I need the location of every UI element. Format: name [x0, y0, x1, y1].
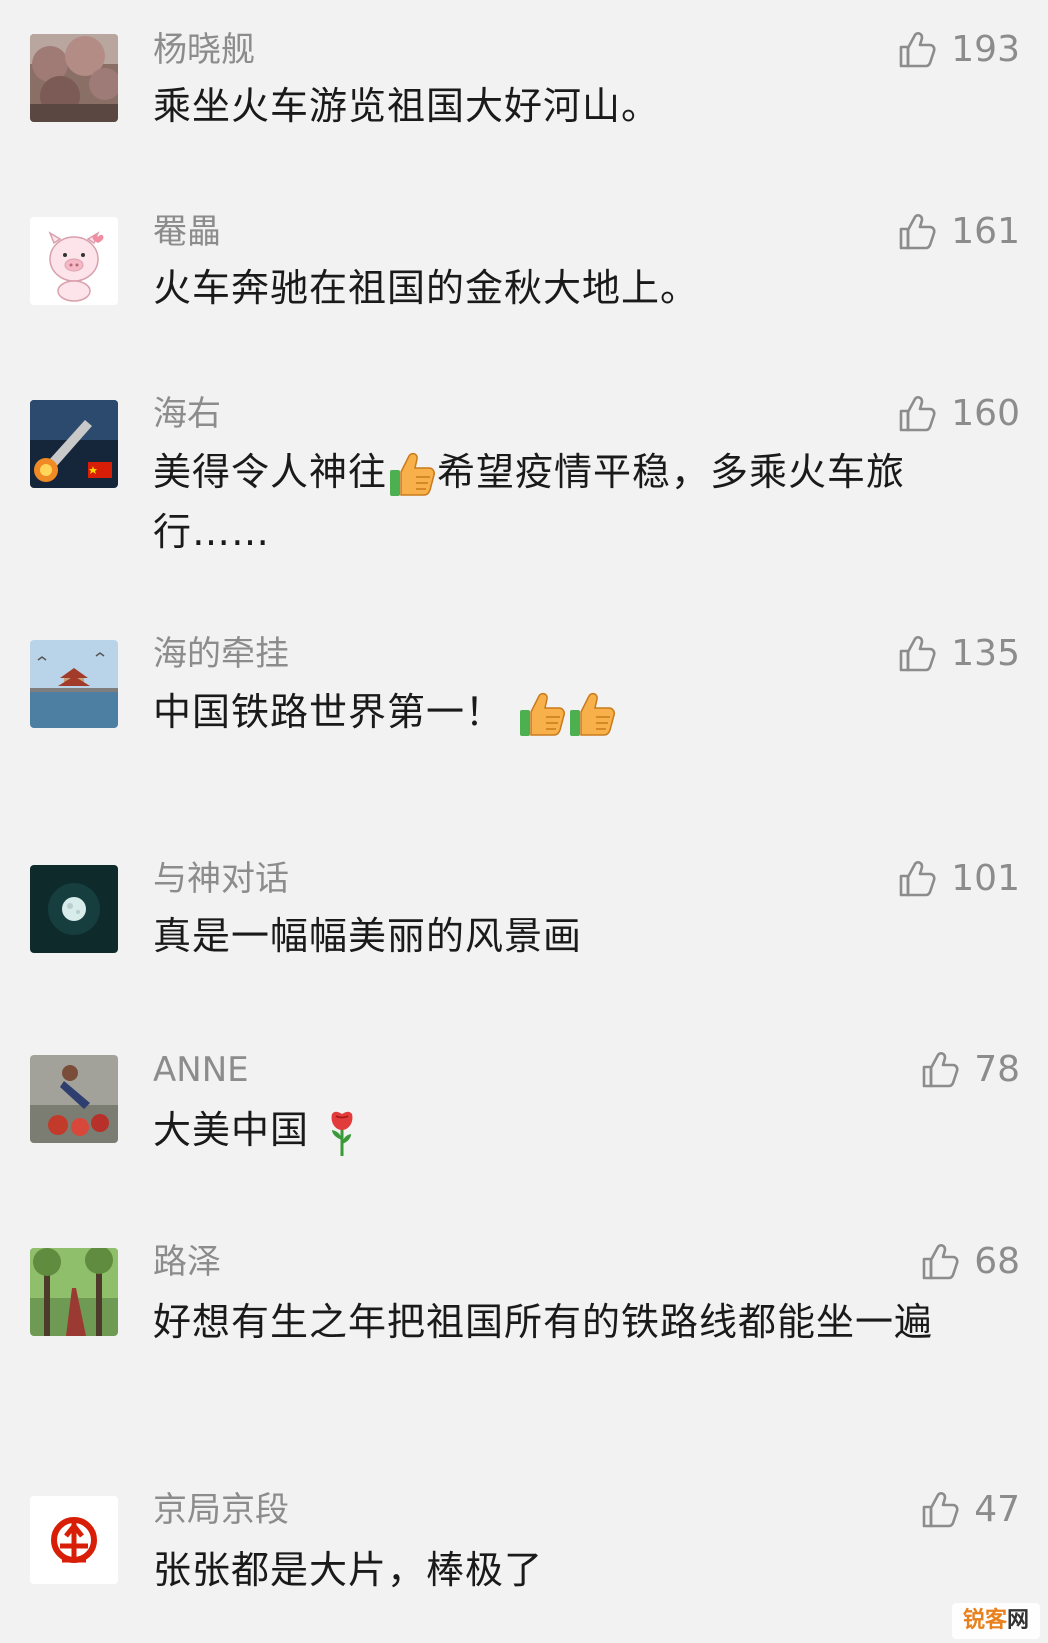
- like-count: 101: [951, 858, 1020, 899]
- thumbs-up-outline-icon[interactable]: [895, 633, 937, 675]
- thumbs-up-outline-icon[interactable]: [895, 29, 937, 71]
- comment-text-part: 大美中国: [153, 1108, 310, 1152]
- like-count: 47: [974, 1489, 1020, 1530]
- comment-author[interactable]: 京局京段: [153, 1488, 289, 1532]
- thumbs-up-outline-icon[interactable]: [895, 858, 937, 900]
- like-count: 135: [951, 633, 1020, 674]
- like-count: 68: [974, 1241, 1020, 1282]
- like-button[interactable]: 78: [918, 1046, 1020, 1094]
- like-button[interactable]: 135: [895, 630, 1020, 678]
- comment-text: 大美中国: [153, 1100, 1013, 1160]
- like-count: 161: [951, 211, 1020, 252]
- avatar[interactable]: [30, 1496, 118, 1584]
- comment-text: 中国铁路世界第一！: [153, 682, 1013, 742]
- comment-text: 张张都是大片，棒极了: [153, 1548, 544, 1592]
- comment-text: 美得令人神往 希望疫情平稳，多乘火车旅行……: [153, 442, 1013, 562]
- like-count: 160: [951, 393, 1020, 434]
- comment-author[interactable]: 杨晓舰: [153, 28, 255, 72]
- thumbs-up-emoji: [387, 450, 437, 500]
- comment-author[interactable]: ANNE: [153, 1048, 249, 1092]
- like-count: 193: [951, 29, 1020, 70]
- thumbs-up-outline-icon[interactable]: [918, 1489, 960, 1531]
- like-button[interactable]: 68: [918, 1238, 1020, 1286]
- watermark-tail: 网: [1007, 1608, 1030, 1633]
- like-button[interactable]: 161: [895, 208, 1020, 256]
- comment-author[interactable]: 罨畾: [153, 210, 221, 254]
- avatar[interactable]: [30, 1055, 118, 1143]
- comment-author[interactable]: 海右: [153, 392, 221, 436]
- site-watermark: 锐客网: [952, 1603, 1040, 1639]
- comment-author[interactable]: 海的牵挂: [153, 632, 289, 676]
- comment-text: 乘坐火车游览祖国大好河山。: [153, 84, 661, 128]
- avatar[interactable]: [30, 865, 118, 953]
- like-button[interactable]: 47: [918, 1486, 1020, 1534]
- thumbs-up-outline-icon[interactable]: [895, 211, 937, 253]
- like-button[interactable]: 101: [895, 855, 1020, 903]
- avatar[interactable]: [30, 400, 118, 488]
- comment-author[interactable]: 路泽: [153, 1240, 221, 1284]
- thumbs-up-outline-icon[interactable]: [918, 1049, 960, 1091]
- comment-text: 真是一幅幅美丽的风景画: [153, 914, 583, 958]
- thumbs-up-emoji: [517, 690, 567, 740]
- avatar[interactable]: [30, 640, 118, 728]
- avatar[interactable]: [30, 1248, 118, 1336]
- avatar[interactable]: [30, 34, 118, 122]
- like-button[interactable]: 160: [895, 390, 1020, 438]
- comment-author[interactable]: 与神对话: [153, 857, 289, 901]
- like-count: 78: [974, 1049, 1020, 1090]
- thumbs-up-emoji: [567, 690, 617, 740]
- avatar[interactable]: [30, 217, 118, 305]
- like-button[interactable]: 193: [895, 26, 1020, 74]
- thumbs-up-outline-icon[interactable]: [918, 1241, 960, 1283]
- rose-emoji: [322, 1108, 362, 1158]
- watermark-main: 锐客: [962, 1608, 1007, 1633]
- comment-text: 火车奔驰在祖国的金秋大地上。: [153, 266, 700, 310]
- comment-text: 好想有生之年把祖国所有的铁路线都能坐一遍: [153, 1300, 934, 1344]
- comment-text-part: 美得令人神往: [153, 450, 388, 494]
- comment-text-part: 中国铁路世界第一！: [153, 690, 505, 734]
- thumbs-up-outline-icon[interactable]: [895, 393, 937, 435]
